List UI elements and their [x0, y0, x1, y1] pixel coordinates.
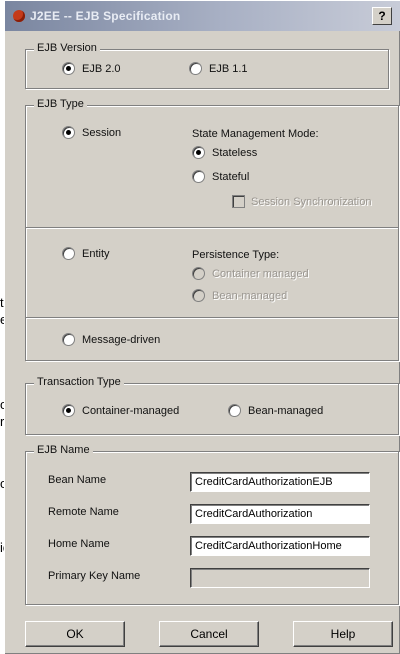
help-icon[interactable]: ?: [372, 7, 392, 25]
checkbox-icon: [232, 195, 245, 208]
ejb-name-group: EJB Name Bean Name CreditCardAuthorizati…: [25, 444, 399, 605]
radio-stateless[interactable]: Stateless: [192, 146, 257, 159]
checkbox-label: Session Synchronization: [251, 195, 372, 208]
bean-name-field[interactable]: CreditCardAuthorizationEJB: [190, 472, 370, 492]
dialog-title: J2EE -- EJB Specification: [30, 9, 181, 23]
radio-label: EJB 1.1: [209, 62, 248, 75]
radio-disabled-icon: [192, 289, 205, 302]
title-bar[interactable]: J2EE -- EJB Specification ?: [5, 1, 400, 31]
ejb-version-legend: EJB Version: [34, 42, 100, 54]
radio-label: Container-managed: [82, 404, 180, 417]
radio-selected-icon: [192, 146, 205, 159]
radio-selected-icon: [62, 62, 75, 75]
app-icon: [13, 10, 25, 22]
radio-unselected-icon: [62, 333, 75, 346]
radio-unselected-icon: [228, 404, 241, 417]
primary-key-name-label: Primary Key Name: [48, 570, 141, 582]
divider: [26, 227, 398, 229]
bean-name-label: Bean Name: [48, 474, 107, 486]
radio-label: Message-driven: [82, 333, 161, 346]
ejb-type-legend: EJB Type: [34, 98, 87, 110]
cancel-button[interactable]: Cancel: [159, 621, 259, 647]
help-button[interactable]: Help: [293, 621, 393, 647]
transaction-type-legend: Transaction Type: [34, 376, 124, 388]
ejb-version-group: EJB Version EJB 2.0 EJB 1.1: [25, 42, 389, 89]
radio-stateful[interactable]: Stateful: [192, 170, 249, 183]
radio-selected-icon: [62, 404, 75, 417]
radio-label: EJB 2.0: [82, 62, 121, 75]
ejb-type-group: EJB Type Session State Management Mode: …: [25, 98, 399, 361]
radio-ejb-2-0[interactable]: EJB 2.0: [62, 62, 121, 75]
radio-container-managed-persistence[interactable]: Container managed: [192, 267, 309, 280]
radio-label: Entity: [82, 247, 110, 260]
radio-bean-managed-persistence[interactable]: Bean-managed: [192, 289, 287, 302]
radio-label: Container managed: [212, 267, 309, 280]
radio-label: Bean-managed: [212, 289, 288, 302]
radio-ejb-1-1[interactable]: EJB 1.1: [189, 62, 248, 75]
session-sync-checkbox[interactable]: Session Synchronization: [232, 195, 371, 208]
persistence-type-label: Persistence Type:: [192, 249, 280, 261]
radio-label: Stateless: [212, 146, 258, 159]
radio-disabled-icon: [192, 267, 205, 280]
transaction-type-group: Transaction Type Container-managed Bean-…: [25, 376, 399, 435]
radio-unselected-icon: [192, 170, 205, 183]
radio-entity[interactable]: Entity: [62, 247, 110, 260]
radio-label: Session: [82, 126, 122, 139]
radio-container-managed-transaction[interactable]: Container-managed: [62, 404, 179, 417]
radio-session[interactable]: Session: [62, 126, 121, 139]
radio-label: Stateful: [212, 170, 250, 183]
primary-key-name-field[interactable]: [190, 568, 370, 588]
state-management-label: State Management Mode:: [192, 128, 319, 140]
remote-name-label: Remote Name: [48, 506, 119, 518]
radio-bean-managed-transaction[interactable]: Bean-managed: [228, 404, 323, 417]
radio-message-driven[interactable]: Message-driven: [62, 333, 160, 346]
home-name-field[interactable]: CreditCardAuthorizationHome: [190, 536, 370, 556]
radio-unselected-icon: [189, 62, 202, 75]
divider: [26, 317, 398, 319]
radio-label: Bean-managed: [248, 404, 324, 417]
ejb-specification-dialog: J2EE -- EJB Specification ? EJB Version …: [4, 0, 400, 654]
home-name-label: Home Name: [48, 538, 110, 550]
radio-selected-icon: [62, 126, 75, 139]
remote-name-field[interactable]: CreditCardAuthorization: [190, 504, 370, 524]
radio-unselected-icon: [62, 247, 75, 260]
ok-button[interactable]: OK: [25, 621, 125, 647]
ejb-name-legend: EJB Name: [34, 444, 93, 456]
